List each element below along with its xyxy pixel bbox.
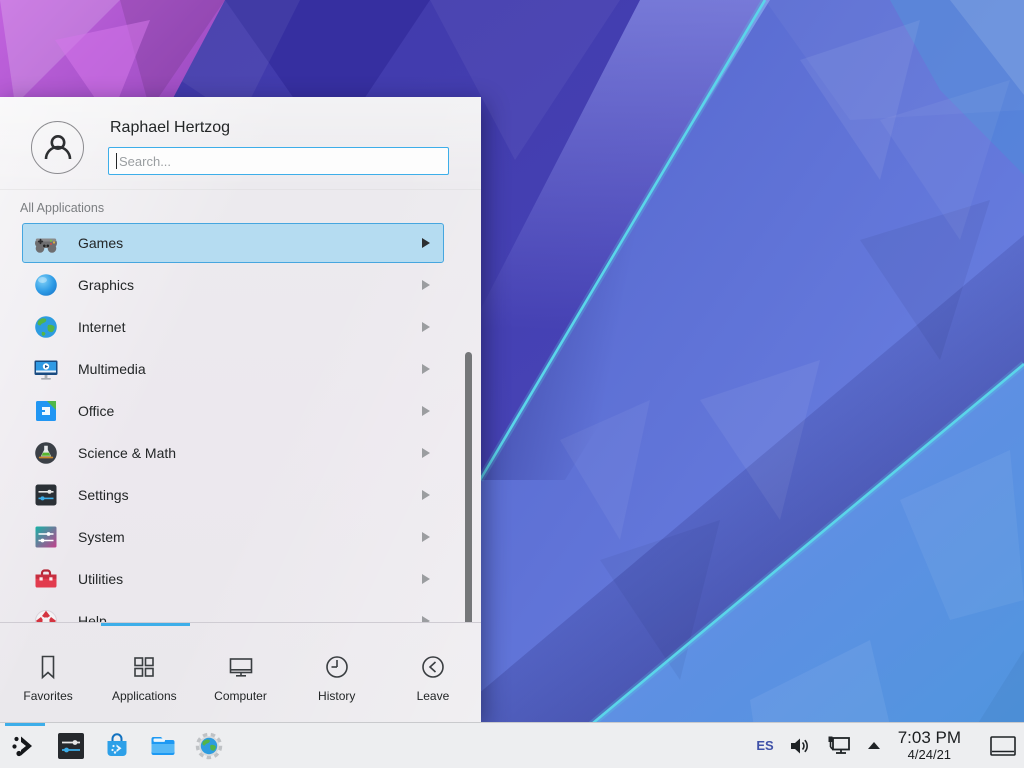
tab-leave[interactable]: Leave bbox=[385, 626, 481, 722]
tab-label: Applications bbox=[112, 689, 177, 703]
taskbar: ES 7:03 PM 4/24/21 bbox=[0, 722, 1024, 768]
expand-tray-arrow-icon[interactable] bbox=[867, 741, 881, 750]
discover-icon bbox=[101, 730, 133, 762]
user-avatar[interactable] bbox=[31, 121, 84, 174]
lifebuoy-icon bbox=[32, 607, 60, 622]
user-icon bbox=[38, 128, 78, 168]
keyboard-layout-indicator[interactable]: ES bbox=[756, 738, 773, 753]
system-settings-launcher[interactable] bbox=[48, 723, 94, 768]
category-label: Graphics bbox=[78, 277, 422, 293]
category-label: Office bbox=[78, 403, 422, 419]
tab-label: History bbox=[318, 689, 355, 703]
active-task-line bbox=[5, 723, 45, 726]
clock-time: 7:03 PM bbox=[898, 729, 961, 748]
toolbox-icon bbox=[32, 565, 60, 593]
clock-icon bbox=[322, 652, 352, 682]
submenu-arrow-icon bbox=[422, 238, 430, 248]
search-input[interactable] bbox=[108, 147, 449, 175]
category-label: Help bbox=[78, 613, 422, 622]
section-label: All Applications bbox=[0, 190, 481, 221]
web-browser-gear-icon bbox=[193, 730, 225, 762]
clock-date: 4/24/21 bbox=[898, 748, 961, 762]
web-browser-launcher[interactable] bbox=[186, 723, 232, 768]
submenu-arrow-icon bbox=[422, 280, 430, 290]
category-help[interactable]: Help bbox=[22, 601, 444, 622]
system-settings-icon bbox=[55, 730, 87, 762]
tab-applications[interactable]: Applications bbox=[96, 626, 192, 722]
category-list: Games Graphics bbox=[0, 221, 481, 622]
system-sliders-icon bbox=[32, 523, 60, 551]
tab-label: Leave bbox=[417, 689, 450, 703]
text-caret bbox=[116, 153, 117, 169]
submenu-arrow-icon bbox=[422, 406, 430, 416]
user-name: Raphael Hertzog bbox=[110, 119, 230, 137]
system-tray: ES 7:03 PM 4/24/21 bbox=[756, 723, 1024, 768]
submenu-arrow-icon bbox=[422, 448, 430, 458]
tab-history[interactable]: History bbox=[289, 626, 385, 722]
kickoff-icon bbox=[9, 730, 41, 762]
kickoff-launcher-button[interactable] bbox=[2, 723, 48, 768]
globe-icon bbox=[32, 313, 60, 341]
category-science-math[interactable]: Science & Math bbox=[22, 433, 444, 473]
monitor-play-icon bbox=[32, 355, 60, 383]
submenu-arrow-icon bbox=[422, 364, 430, 374]
network-icon[interactable] bbox=[826, 734, 852, 758]
list-scrollbar[interactable] bbox=[465, 352, 472, 622]
grid-icon bbox=[129, 652, 159, 682]
dolphin-folder-icon bbox=[147, 730, 179, 762]
tab-favorites[interactable]: Favorites bbox=[0, 626, 96, 722]
computer-icon bbox=[226, 652, 256, 682]
tab-label: Favorites bbox=[23, 689, 72, 703]
category-label: Internet bbox=[78, 319, 422, 335]
category-label: System bbox=[78, 529, 422, 545]
volume-icon[interactable] bbox=[789, 735, 811, 757]
launcher-header: Raphael Hertzog bbox=[0, 97, 481, 190]
category-label: Science & Math bbox=[78, 445, 422, 461]
dolphin-launcher[interactable] bbox=[140, 723, 186, 768]
category-label: Settings bbox=[78, 487, 422, 503]
category-label: Multimedia bbox=[78, 361, 422, 377]
gamepad-icon bbox=[32, 229, 60, 257]
tab-computer[interactable]: Computer bbox=[192, 626, 288, 722]
category-utilities[interactable]: Utilities bbox=[22, 559, 444, 599]
tab-label: Computer bbox=[214, 689, 267, 703]
submenu-arrow-icon bbox=[422, 574, 430, 584]
submenu-arrow-icon bbox=[422, 322, 430, 332]
category-label: Utilities bbox=[78, 571, 422, 587]
digital-clock[interactable]: 7:03 PM 4/24/21 bbox=[898, 729, 961, 762]
taskbar-launchers bbox=[0, 723, 232, 768]
discover-launcher[interactable] bbox=[94, 723, 140, 768]
active-tab-indicator bbox=[101, 623, 190, 626]
category-settings[interactable]: Settings bbox=[22, 475, 444, 515]
category-graphics[interactable]: Graphics bbox=[22, 265, 444, 305]
flask-icon bbox=[32, 439, 60, 467]
show-desktop-button[interactable] bbox=[988, 734, 1018, 758]
document-icon bbox=[32, 397, 60, 425]
category-internet[interactable]: Internet bbox=[22, 307, 444, 347]
submenu-arrow-icon bbox=[422, 532, 430, 542]
sphere-icon bbox=[32, 271, 60, 299]
desktop: Raphael Hertzog All Applications bbox=[0, 0, 1024, 768]
leave-icon bbox=[418, 652, 448, 682]
category-office[interactable]: Office bbox=[22, 391, 444, 431]
bookmark-icon bbox=[33, 652, 63, 682]
category-system[interactable]: System bbox=[22, 517, 444, 557]
launcher-tab-bar: Favorites Applications bbox=[0, 622, 481, 722]
application-launcher-menu: Raphael Hertzog All Applications bbox=[0, 97, 481, 722]
category-games[interactable]: Games bbox=[22, 223, 444, 263]
sliders-icon bbox=[32, 481, 60, 509]
category-multimedia[interactable]: Multimedia bbox=[22, 349, 444, 389]
category-label: Games bbox=[78, 235, 422, 251]
submenu-arrow-icon bbox=[422, 490, 430, 500]
